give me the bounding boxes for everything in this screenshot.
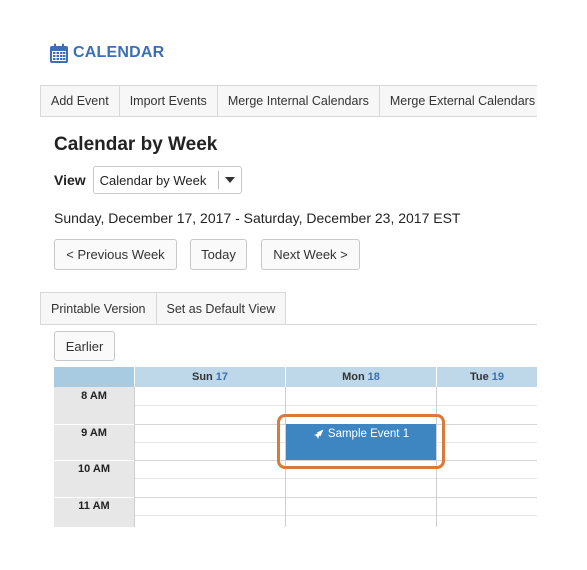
chevron-down-icon[interactable] [219,177,241,183]
calendar-toolbar: Add Event Import Events Merge Internal C… [40,85,537,117]
hour-label-11am: 11 AM [78,500,110,512]
hour-label-10am: 10 AM [78,463,110,475]
day-number[interactable]: 17 [216,371,228,383]
time-gutter-header [54,367,134,387]
today-button[interactable]: Today [190,239,247,270]
rocket-icon [313,429,324,440]
merge-internal-calendars-button[interactable]: Merge Internal Calendars [217,86,380,116]
set-default-view-tab[interactable]: Set as Default View [155,292,287,324]
day-number[interactable]: 18 [368,371,380,383]
next-week-button[interactable]: Next Week > [261,239,360,270]
gutter-divider [54,460,134,461]
page-title: Calendar by Week [54,134,218,155]
half-hour-line [134,405,537,406]
day-name: Sun [191,371,213,383]
hour-line [134,497,537,498]
calendar-icon [50,43,68,63]
day-name: Mon [342,371,365,383]
view-subtabs: Printable Version Set as Default View [40,292,537,325]
day-column-divider [134,387,135,527]
app-header: CALENDAR [49,41,164,65]
day-header-mon: Mon 18 [285,367,436,387]
earlier-button[interactable]: Earlier [54,331,115,361]
hour-label-8am: 8 AM [81,390,107,402]
previous-week-button[interactable]: < Previous Week [54,239,177,270]
view-row: View Calendar by Week [54,166,242,194]
view-label: View [54,172,86,188]
day-column-divider [436,387,437,527]
gutter-divider [54,497,134,498]
day-header-tue: Tue 19 [436,367,537,387]
event-title: Sample Event 1 [327,428,410,440]
calendar-event[interactable]: Sample Event 1 [286,424,436,460]
add-event-button[interactable]: Add Event [41,86,120,116]
gutter-divider [54,424,134,425]
view-select-value: Calendar by Week [99,172,207,188]
import-events-button[interactable]: Import Events [119,86,218,116]
hour-line [134,460,537,461]
hour-label-9am: 9 AM [81,427,107,439]
day-number[interactable]: 19 [492,371,504,383]
merge-external-calendars-button[interactable]: Merge External Calendars [379,86,537,116]
day-name: Tue [470,371,489,383]
date-range: Sunday, December 17, 2017 - Saturday, De… [54,210,461,226]
view-select[interactable]: Calendar by Week [92,166,242,194]
printable-version-tab[interactable]: Printable Version [40,292,157,324]
half-hour-line [134,515,537,516]
half-hour-line [134,478,537,479]
app-title: CALENDAR [73,44,165,61]
day-header-sun: Sun 17 [134,367,285,387]
